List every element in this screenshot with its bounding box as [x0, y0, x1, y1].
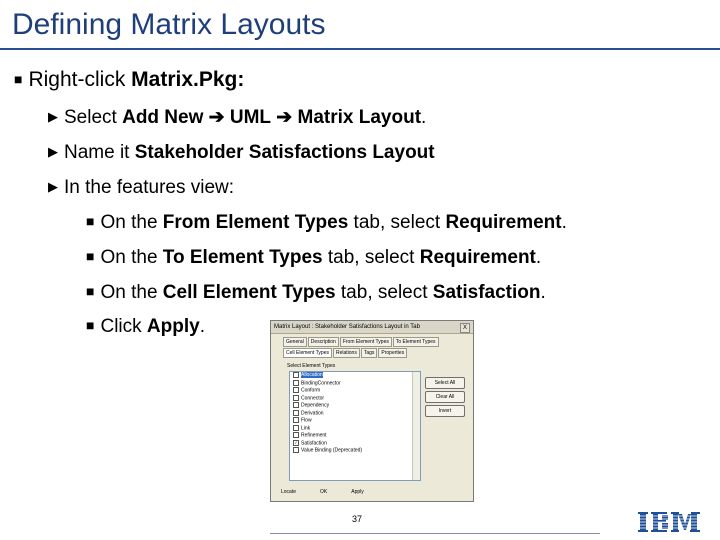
tab-general[interactable]: General — [283, 337, 307, 347]
checkbox[interactable] — [293, 402, 299, 408]
title-rule — [0, 48, 720, 50]
tab-cell-element-types[interactable]: Cell Element Types — [283, 348, 332, 358]
sub-item-3: ▶ In the features view: — [48, 177, 235, 198]
checkbox[interactable] — [293, 372, 299, 378]
square-bullet-icon: ■ — [86, 283, 95, 299]
triangle-bullet-icon: ▶ — [48, 179, 58, 194]
step-line: ■ Right-click Matrix.Pkg: — [14, 68, 244, 92]
square-bullet-icon: ■ — [86, 213, 95, 229]
list-item[interactable]: Derivation — [290, 409, 420, 418]
element-type-list: Allocation BindingConnector Conform Conn… — [289, 371, 421, 481]
list-item[interactable]: BindingConnector — [290, 379, 420, 388]
sub-item-1: ▶ Select Add New ➔ UML ➔ Matrix Layout. — [48, 107, 427, 128]
step-prefix: Right-click — [28, 68, 132, 91]
list-item[interactable]: Allocation — [290, 372, 420, 380]
checkbox[interactable] — [293, 432, 299, 438]
sub-item-2: ▶ Name it Stakeholder Satisfactions Layou… — [48, 142, 435, 163]
feature-item-2: ■ On the To Element Types tab, select Req… — [86, 247, 542, 268]
page-number: 37 — [352, 514, 363, 524]
tab-to-element-types[interactable]: To Element Types — [392, 337, 439, 347]
checkbox[interactable] — [293, 394, 299, 401]
feature-item-1: ■ On the From Element Types tab, select R… — [86, 212, 567, 233]
feature-item-3: ■ On the Cell Element Types tab, select S… — [86, 282, 546, 303]
tab-relations[interactable]: Relations — [332, 348, 360, 358]
tab-description[interactable]: Description — [307, 337, 339, 347]
list-item[interactable]: Link — [290, 424, 420, 433]
clear-all-button[interactable]: Clear All — [425, 391, 465, 403]
locate-button[interactable]: Locate — [281, 489, 296, 495]
tab-tags[interactable]: Tags — [360, 348, 378, 358]
dialog-footer: Locate OK Apply — [281, 489, 467, 495]
close-icon[interactable]: X — [460, 323, 470, 333]
ok-button[interactable]: OK — [320, 489, 327, 495]
tab-from-element-types[interactable]: From Element Types — [339, 337, 392, 347]
triangle-bullet-icon: ▶ — [48, 109, 58, 124]
checkbox[interactable] — [293, 417, 299, 423]
list-item[interactable]: Conform — [290, 387, 420, 395]
list-item[interactable]: Refinement — [290, 432, 420, 440]
list-item[interactable]: Value Binding (Deprecated) — [290, 447, 420, 455]
matrix-layout-dialog: Matrix Layout : Stakeholder Satisfaction… — [270, 320, 474, 502]
slide-title: Defining Matrix Layouts — [12, 8, 326, 41]
tab-properties[interactable]: Properties — [378, 348, 408, 358]
select-all-button[interactable]: Select All — [425, 377, 465, 389]
ibm-logo-icon — [636, 512, 702, 532]
dialog-tabs: General Description From Element Types To E… — [283, 337, 469, 359]
list-item[interactable]: Flow — [290, 417, 420, 425]
list-item[interactable]: Dependency — [290, 402, 420, 410]
feature-item-4: ■ Click Apply. — [86, 316, 205, 337]
arrow-right-icon: ➔ — [276, 107, 293, 128]
checkbox-checked[interactable]: ✓ — [293, 439, 299, 446]
apply-button[interactable]: Apply — [351, 489, 364, 495]
checkbox[interactable] — [293, 447, 299, 453]
checkbox[interactable] — [293, 379, 299, 386]
list-item[interactable]: ✓ Satisfaction — [290, 439, 420, 448]
checkbox[interactable] — [293, 409, 299, 416]
step-target: Matrix.Pkg: — [131, 68, 245, 91]
square-bullet-icon: ■ — [86, 317, 95, 333]
dialog-title: Matrix Layout : Stakeholder Satisfaction… — [271, 321, 473, 334]
arrow-right-icon: ➔ — [208, 107, 225, 128]
checkbox[interactable] — [293, 387, 299, 393]
footer-rule — [270, 533, 600, 534]
list-item[interactable]: Connector — [290, 394, 420, 403]
checkbox[interactable] — [293, 424, 299, 431]
square-bullet-icon: ■ — [14, 71, 23, 87]
invert-button[interactable]: Invert — [425, 405, 465, 417]
group-label: Select Element Types — [287, 363, 336, 369]
triangle-bullet-icon: ▶ — [48, 144, 58, 159]
list-scrollbar[interactable] — [412, 372, 420, 480]
square-bullet-icon: ■ — [86, 248, 95, 264]
